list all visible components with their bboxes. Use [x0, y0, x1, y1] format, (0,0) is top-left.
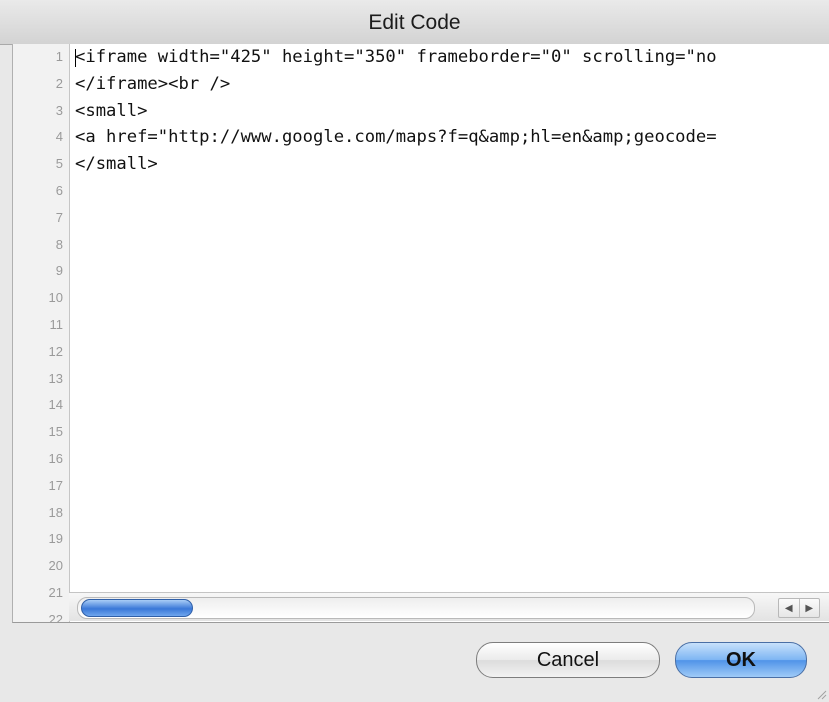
code-line[interactable]: </small>: [75, 151, 158, 178]
horizontal-scrollbar[interactable]: ◀ ▶: [69, 592, 829, 621]
line-number: 7: [55, 209, 63, 225]
code-line[interactable]: <iframe width="425" height="350" framebo…: [75, 44, 717, 71]
code-line[interactable]: </iframe><br />: [75, 71, 230, 98]
scroll-right-arrow-icon[interactable]: ▶: [798, 599, 820, 617]
code-editor[interactable]: 1 2 3 4 5 6 7 8 9 10 11 12 13 14 15 16 1…: [12, 44, 829, 623]
code-text-area[interactable]: <iframe width="425" height="350" framebo…: [75, 44, 829, 584]
line-number: 5: [55, 156, 63, 172]
scroll-thumb[interactable]: [81, 599, 193, 617]
title-bar[interactable]: Edit Code: [0, 0, 829, 45]
line-number: 16: [48, 451, 63, 466]
text-caret: [75, 49, 76, 67]
line-number: 3: [55, 102, 63, 118]
line-number: 10: [48, 290, 63, 306]
line-number: 20: [48, 558, 63, 574]
scroll-arrow-group: ◀ ▶: [778, 598, 820, 618]
ok-button[interactable]: OK: [675, 642, 807, 678]
edit-code-dialog: Edit Code 1 2 3 4 5 6 7 8 9 10 11 12 13 …: [0, 0, 829, 702]
line-number: 9: [55, 263, 63, 279]
line-number: 1: [55, 49, 63, 64]
line-number: 8: [55, 236, 63, 252]
code-line[interactable]: <small>: [75, 98, 147, 125]
line-number: 17: [48, 477, 63, 493]
line-number: 11: [49, 317, 64, 332]
line-number-gutter: 1 2 3 4 5 6 7 8 9 10 11 12 13 14 15 16 1…: [13, 44, 70, 622]
cancel-button[interactable]: Cancel: [476, 642, 660, 678]
line-number: 2: [55, 75, 63, 91]
line-number: 15: [48, 424, 63, 440]
code-line[interactable]: <a href="http://www.google.com/maps?f=q&…: [75, 124, 717, 151]
line-number: 12: [48, 343, 63, 359]
line-number: 18: [48, 504, 63, 520]
line-number: 13: [48, 370, 63, 386]
line-number: 14: [48, 397, 63, 413]
resize-grip-icon[interactable]: [815, 688, 827, 700]
line-number: 22: [48, 611, 63, 623]
scroll-left-arrow-icon[interactable]: ◀: [779, 599, 799, 617]
line-number: 4: [55, 129, 63, 145]
dialog-title: Edit Code: [368, 11, 461, 34]
line-number: 21: [48, 585, 63, 600]
line-number: 19: [48, 531, 63, 547]
line-number: 6: [55, 183, 63, 198]
